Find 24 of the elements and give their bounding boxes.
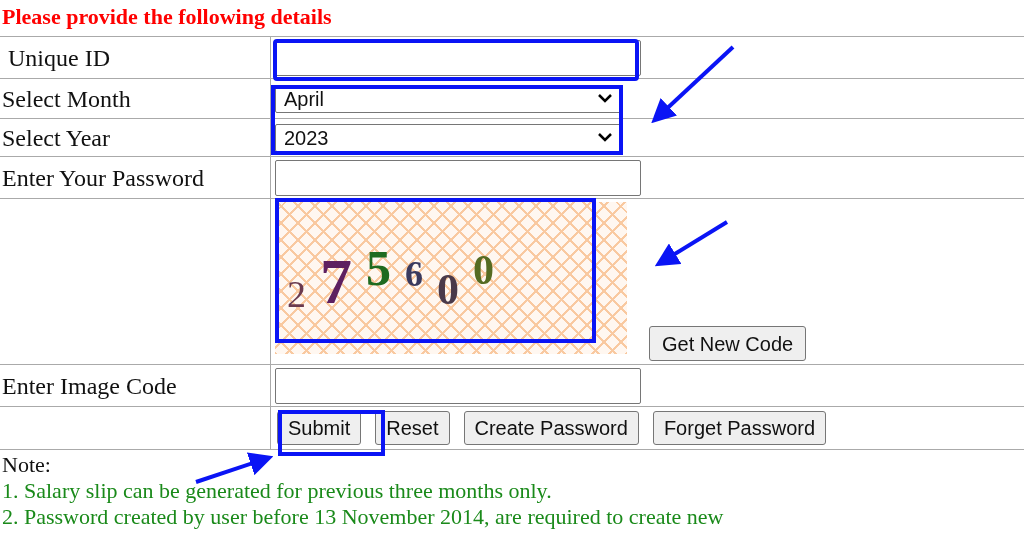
captcha-character: 5 [366,243,391,293]
chevron-down-icon [598,133,612,142]
captcha-character: 7 [320,250,352,314]
field-label: Enter Image Code [2,371,177,401]
field-label: Unique ID [7,43,110,73]
field-label: Enter Your Password [2,163,204,193]
input-field[interactable] [275,159,641,196]
captcha-character: 0 [437,268,459,312]
form-button[interactable]: Create Password [463,411,639,445]
note-title: Note: [2,452,51,478]
captcha-character: 2 [287,275,306,313]
field-label: Select Month [2,84,131,114]
input-field[interactable] [275,367,641,404]
note-text: 1. Salary slip can be generated for previous three months only. [2,478,552,504]
captcha-character: 6 [405,256,423,292]
form-heading: Please provide the following details [1,3,332,31]
get-new-code-button[interactable]: Get New Code [649,326,807,361]
captcha-character: 0 [473,249,494,291]
form-button[interactable]: Forget Password [652,411,827,445]
field-label: Select Year [2,123,110,153]
dropdown[interactable]: 2023 [275,123,621,152]
note-text: 2. Password created by user before 13 November 2014, are required to create new [2,504,724,530]
form-button[interactable]: Reset [375,411,450,445]
chevron-down-icon [598,94,612,103]
